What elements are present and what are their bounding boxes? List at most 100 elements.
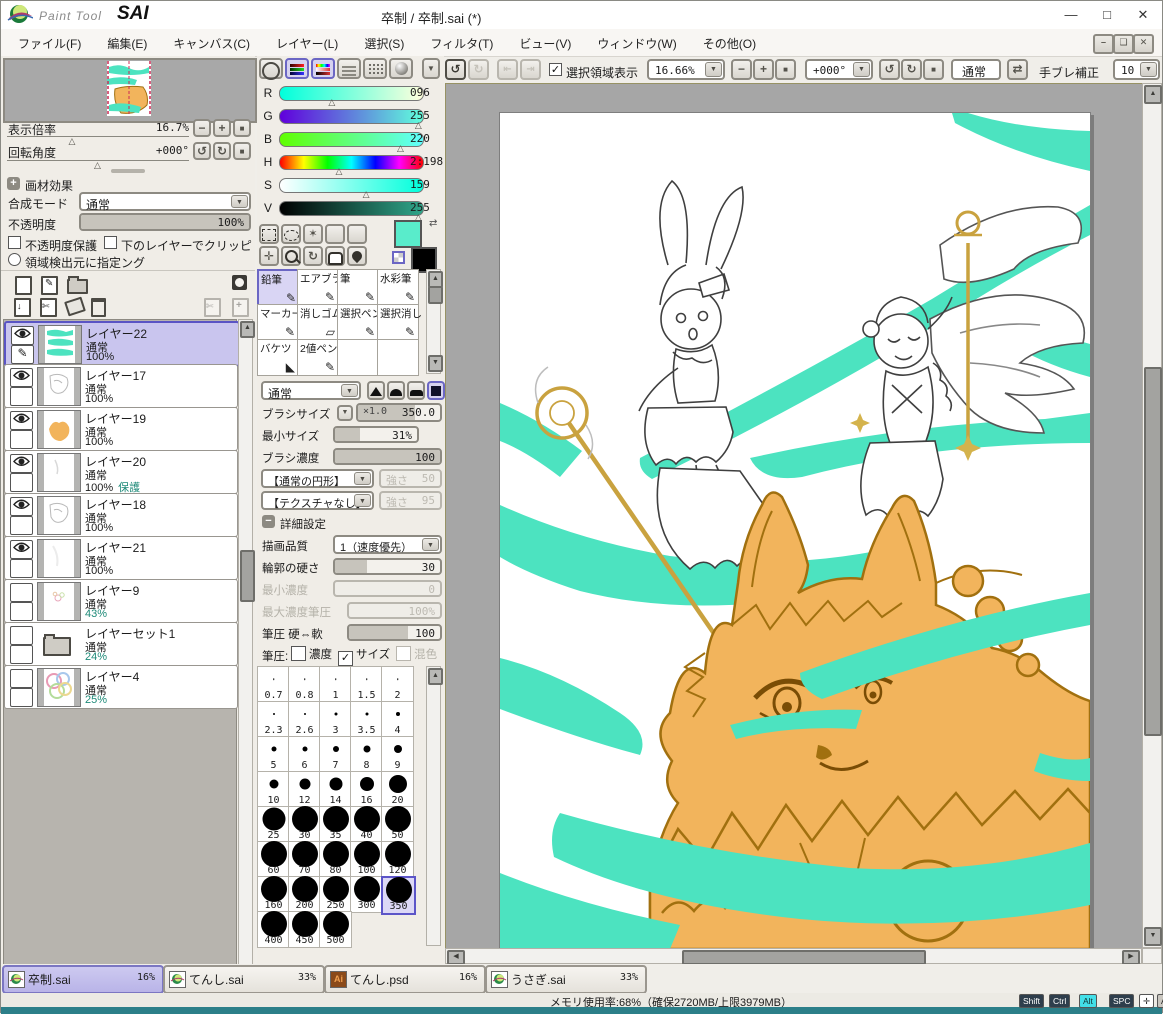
layer-item-5[interactable]: レイヤー18通常100%	[4, 493, 238, 537]
brush-size-slider[interactable]: ×1.0 350.0	[356, 403, 442, 422]
layer-paint-target-checkbox[interactable]	[10, 516, 33, 535]
tool-消しゴム[interactable]: 消しゴム▱	[297, 304, 339, 341]
pressure-サイズ-checkbox[interactable]: ✓	[338, 651, 353, 666]
layer-visible-eye-icon[interactable]	[10, 454, 33, 473]
color-slider-marker-S[interactable]: △	[363, 190, 370, 198]
clear-layer-icon[interactable]	[66, 299, 84, 317]
color-slider-marker-H[interactable]: △	[335, 167, 342, 175]
layer-opacity-slider[interactable]: 100%	[79, 213, 251, 231]
color-slider-marker-B[interactable]: △	[397, 144, 404, 152]
panel-menu-dropdown-icon[interactable]: ▼	[422, 58, 440, 79]
brush-size-2.6[interactable]: 2.6	[288, 701, 321, 738]
brush-size-5[interactable]: 5	[257, 736, 290, 773]
tool-鉛筆[interactable]: 鉛筆✎	[257, 269, 301, 308]
pressure-softness-slider[interactable]: 100	[347, 624, 442, 641]
nav-rotate-cw-button[interactable]: ↻	[213, 142, 231, 160]
brush-size-100[interactable]: 100	[350, 841, 383, 878]
brush-size-1[interactable]: 1	[319, 666, 352, 703]
brush-size-160[interactable]: 160	[257, 876, 290, 913]
color-slider-bar-V[interactable]	[279, 201, 424, 216]
nav-zoom-slider-marker[interactable]: △	[69, 137, 76, 145]
canvas-scroll-up-icon[interactable]: ▲	[1144, 85, 1162, 104]
modifier-key-Ctrl[interactable]: Ctrl	[1049, 994, 1070, 1008]
canvas-angle-field[interactable]: +000° ▼	[805, 59, 873, 80]
rotate-ccw-button[interactable]: ↺	[879, 59, 900, 80]
canvas-zoom-field[interactable]: 16.66% ▼	[647, 59, 725, 80]
nav-rotate-reset-button[interactable]: ■	[233, 142, 251, 160]
brush-size-300[interactable]: 300	[350, 876, 383, 913]
tool-slot-empty-2[interactable]	[347, 224, 367, 244]
merge-down-icon[interactable]: ✄	[40, 298, 57, 320]
brush-edge-mode-dropdown[interactable]: 通常 ▼	[261, 381, 361, 400]
layer-paint-target-checkbox[interactable]	[10, 430, 33, 449]
brush-shape-pointed-icon[interactable]	[367, 381, 385, 400]
brush-texture-dropdown[interactable]: 【テクスチャなし】 ▼	[261, 491, 374, 510]
selection-source-radio[interactable]	[8, 253, 21, 266]
tool-scroll-down-icon[interactable]: ▼	[428, 355, 443, 372]
canvas-scroll-left-icon[interactable]: ◀	[447, 950, 465, 965]
tool-2値ペン[interactable]: 2値ペン✎	[297, 339, 339, 376]
transparent-color-swatch[interactable]	[392, 251, 405, 264]
stabilizer-dropdown-arrow[interactable]: ▼	[1140, 62, 1157, 77]
zoom-reset-button[interactable]: ■	[775, 59, 796, 80]
color-slider-bar-R[interactable]	[279, 86, 424, 101]
rotate-cw-button[interactable]: ↻	[901, 59, 922, 80]
canvas-scroll-down-icon[interactable]: ▼	[1144, 927, 1162, 946]
modifier-key-Alt[interactable]: Alt	[1079, 994, 1097, 1008]
brush-size-200[interactable]: 200	[288, 876, 321, 913]
menu-item-5[interactable]: フィルタ(T)	[417, 29, 506, 56]
selection-display-checkbox[interactable]: ✓	[549, 63, 562, 76]
brush-size-0.8[interactable]: 0.8	[288, 666, 321, 703]
rgb-sliders-icon[interactable]	[285, 58, 309, 79]
layer-visible-eye-icon[interactable]	[11, 326, 34, 345]
canvas-vscroll-thumb[interactable]	[1144, 367, 1162, 736]
maximize-button[interactable]: □	[1092, 5, 1122, 25]
mdi-minimize-button[interactable]: –	[1093, 34, 1114, 54]
layer-visible-eye-icon[interactable]	[10, 368, 33, 387]
brush-size-250[interactable]: 250	[319, 876, 352, 913]
lasso-tool-icon[interactable]	[281, 224, 301, 244]
zoom-tool-icon[interactable]	[281, 246, 301, 266]
mdi-close-button[interactable]: ✕	[1133, 34, 1154, 54]
modifier-key-Any[interactable]: Any	[1157, 994, 1163, 1008]
layer-scroll-thumb[interactable]	[240, 550, 255, 602]
nav-zoom-reset-button[interactable]: ■	[233, 119, 251, 137]
brush-size-3.5[interactable]: 3.5	[350, 701, 383, 738]
doc-tab-てんし.sai[interactable]: てんし.sai33%	[163, 965, 325, 994]
menu-item-6[interactable]: ビュー(V)	[506, 29, 584, 56]
brush-size-60[interactable]: 60	[257, 841, 290, 878]
layer-item-3[interactable]: レイヤー19通常100%	[4, 407, 238, 451]
modifier-key-SPC[interactable]: SPC	[1109, 994, 1134, 1008]
brush-size-0.7[interactable]: 0.7	[257, 666, 290, 703]
tool-筆[interactable]: 筆✎	[337, 269, 379, 306]
size-grid-scrollbar[interactable]: ▲	[426, 666, 441, 946]
layer-list-scrollbar[interactable]: ▲	[238, 319, 253, 974]
brush-size-16[interactable]: 16	[350, 771, 383, 808]
brush-size-50[interactable]: 50	[381, 806, 414, 843]
canvas-angle-dropdown-arrow[interactable]: ▼	[853, 62, 870, 77]
tool-エアブラシ[interactable]: エアブラシ✎	[297, 269, 339, 306]
color-slider-bar-H[interactable]	[279, 155, 424, 170]
intermediate-color-icon[interactable]	[389, 58, 413, 79]
layer-item-7[interactable]: レイヤー9通常43%	[4, 579, 238, 623]
menu-item-7[interactable]: ウィンドウ(W)	[584, 29, 689, 56]
brush-size-500[interactable]: 500	[319, 911, 352, 948]
expand-effect-icon[interactable]: +	[7, 177, 20, 190]
nav-zoom-out-button[interactable]: −	[193, 119, 211, 137]
rect-select-tool-icon[interactable]	[259, 224, 279, 244]
edge-hardness-slider[interactable]: 30	[333, 558, 442, 575]
canvas-document[interactable]	[499, 112, 1091, 950]
layer-paint-target-checkbox[interactable]	[10, 602, 33, 621]
color-slider-marker-G[interactable]: △	[415, 121, 422, 129]
brush-edge-dropdown-arrow[interactable]: ▼	[341, 384, 358, 397]
mdi-restore-button[interactable]: ❑	[1113, 34, 1134, 54]
protect-opacity-checkbox[interactable]	[8, 236, 21, 249]
brush-size-10[interactable]: 10	[257, 771, 290, 808]
tool-マーカー[interactable]: マーカー✎	[257, 304, 299, 341]
brush-density-slider[interactable]: 100	[333, 448, 442, 465]
custom-palette-icon[interactable]	[363, 58, 387, 79]
transfer-down-icon[interactable]: ↓	[14, 298, 31, 320]
undo-button[interactable]: ↺	[445, 59, 466, 80]
layer-item-9[interactable]: レイヤー4通常25%	[4, 665, 238, 709]
nav-angle-slider-marker[interactable]: △	[94, 161, 101, 169]
